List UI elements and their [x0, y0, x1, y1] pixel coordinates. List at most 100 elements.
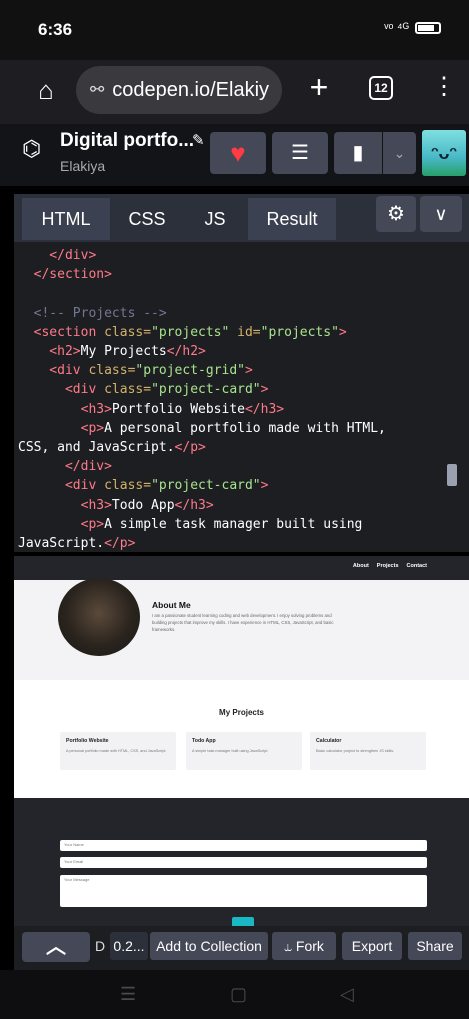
status-icons: ᵛᵒ ⁴ᴳ — [384, 20, 441, 35]
send-button[interactable] — [232, 917, 254, 926]
code-token: <!-- Projects --> — [18, 305, 167, 321]
code-token: Portfolio Website — [111, 401, 245, 417]
code-token: "project-card" — [151, 478, 261, 494]
code-token: </p> — [104, 536, 136, 552]
code-token: <h2> — [18, 344, 81, 360]
signal-icon: ᵛᵒ ⁴ᴳ — [384, 20, 409, 35]
pen-author[interactable]: Elakiya — [60, 158, 105, 174]
code-token: class= — [104, 382, 152, 398]
code-token: class= — [104, 324, 152, 340]
project-card-desc: A personal portfolio made with HTML, CSS… — [66, 749, 167, 753]
back-icon[interactable]: ◁ — [340, 984, 354, 1005]
bookmark-dropdown[interactable]: ⌄ — [383, 132, 416, 174]
code-token: My Projects — [80, 344, 167, 360]
heart-icon: ♥ — [230, 138, 246, 168]
code-token: id= — [237, 324, 261, 340]
name-field[interactable]: Your Name — [60, 840, 427, 851]
code-editor[interactable]: </div> </section> <!-- Projects --> <sec… — [18, 246, 438, 552]
nav-projects[interactable]: Projects — [377, 563, 399, 569]
code-line: <div class="project-grid"> — [18, 361, 438, 380]
avatar[interactable]: ᵔᴗᵔ — [422, 130, 466, 176]
d-label[interactable]: D — [92, 932, 108, 960]
project-card: Portfolio Website A personal portfolio m… — [60, 732, 176, 770]
preview-nav-links: About Projects Contact — [353, 563, 427, 569]
recent-apps-icon[interactable]: ☰ — [120, 984, 136, 1005]
kebab-menu-icon[interactable]: ⋮ — [432, 72, 456, 102]
nav-contact[interactable]: Contact — [407, 563, 427, 569]
tune-icon[interactable]: ⚯ — [90, 80, 104, 100]
code-token: </div> — [18, 248, 97, 263]
message-field[interactable]: Your Message — [60, 875, 427, 907]
code-line: <p>A personal portfolio made with HTML, — [18, 419, 438, 438]
code-token: class= — [88, 363, 136, 379]
layout-icon: ☰ — [291, 142, 309, 164]
code-line: <h3>Todo App</h3> — [18, 496, 438, 515]
home-icon[interactable]: ⌂ — [30, 74, 62, 106]
share-button[interactable]: Share — [408, 932, 462, 960]
code-token: <section — [18, 324, 105, 340]
plus-icon[interactable]: + — [302, 70, 336, 104]
code-token: A personal portfolio made with HTML, — [104, 420, 386, 436]
code-line: <div class="project-card"> — [18, 380, 438, 399]
email-field[interactable]: Your Email — [60, 857, 427, 868]
code-token: > — [245, 363, 253, 379]
project-card-title: Portfolio Website — [66, 738, 109, 744]
bookmark-button[interactable]: ▮ — [334, 132, 382, 174]
url-text: codepen.io/Elakiy — [112, 78, 270, 101]
about-photo — [58, 578, 140, 656]
export-button[interactable]: Export — [342, 932, 402, 960]
home-nav-icon[interactable]: ▢ — [230, 984, 247, 1005]
fork-icon: ⥿ — [284, 938, 296, 954]
add-to-collection-button[interactable]: Add to Collection — [150, 932, 268, 960]
chevron-up-icon: ︿ — [46, 936, 66, 958]
code-token: "projects" — [260, 324, 339, 340]
code-line: </div> — [18, 246, 438, 265]
project-card: Calculator Basic calculator project to s… — [310, 732, 426, 770]
code-token: <div — [18, 478, 105, 494]
layout-button[interactable]: ☰ — [272, 132, 328, 174]
heart-button[interactable]: ♥ — [210, 132, 266, 174]
codepen-logo-icon[interactable]: ⌬ — [22, 138, 44, 160]
code-token: <p> — [18, 516, 105, 532]
url-bar[interactable]: ⚯ codepen.io/Elakiy — [76, 66, 282, 114]
project-card-title: Calculator — [316, 738, 342, 744]
collapse-button[interactable]: ∨ — [420, 196, 462, 232]
code-token: <p> — [18, 420, 105, 436]
status-time: 6:36 — [38, 20, 73, 39]
code-token: class= — [104, 478, 152, 494]
code-line: <!-- Projects --> — [18, 304, 438, 323]
chevron-down-icon: ∨ — [434, 204, 448, 224]
tab-html[interactable]: HTML — [22, 198, 110, 240]
project-card-desc: Basic calculator project to strengthen J… — [316, 749, 395, 753]
code-line: <section class="projects" id="projects"> — [18, 323, 438, 342]
code-line: JavaScript.</p> — [18, 534, 438, 552]
code-token: <div — [18, 382, 105, 398]
code-token: Todo App — [111, 497, 175, 513]
code-token: > — [338, 324, 347, 340]
tab-css[interactable]: CSS — [112, 198, 182, 240]
code-token: </div> — [18, 459, 112, 475]
code-token: "project-card" — [151, 382, 261, 398]
gear-icon: ⚙ — [387, 203, 405, 225]
pencil-icon[interactable]: ✎ — [192, 131, 205, 149]
chevron-down-icon: ⌄ — [393, 145, 406, 161]
code-token: CSS, and JavaScript. — [18, 440, 175, 456]
project-card-desc: A simple task manager built using JavaSc… — [192, 749, 269, 753]
code-line: <h2>My Projects</h2> — [18, 342, 438, 361]
editor-scrollbar[interactable] — [447, 464, 457, 486]
fork-label: Fork — [295, 938, 324, 954]
version-button[interactable]: 0.2... — [110, 932, 148, 960]
code-token: </h3> — [174, 497, 214, 513]
about-text: I am a passionate student learning codin… — [152, 613, 334, 632]
expand-button[interactable]: ︿ — [22, 932, 90, 962]
code-line: </section> — [18, 265, 438, 284]
settings-button[interactable]: ⚙ — [376, 196, 416, 232]
nav-about[interactable]: About — [353, 563, 369, 569]
fork-button[interactable]: ⥿ Fork — [272, 932, 336, 960]
project-card: Todo App A simple task manager built usi… — [186, 732, 302, 770]
tab-result[interactable]: Result — [248, 198, 336, 240]
pen-title[interactable]: Digital portfo... — [60, 130, 194, 152]
tabs-count-button[interactable]: 12 — [369, 76, 393, 100]
code-line: <div class="project-card"> — [18, 476, 438, 495]
tab-js[interactable]: JS — [186, 198, 244, 240]
